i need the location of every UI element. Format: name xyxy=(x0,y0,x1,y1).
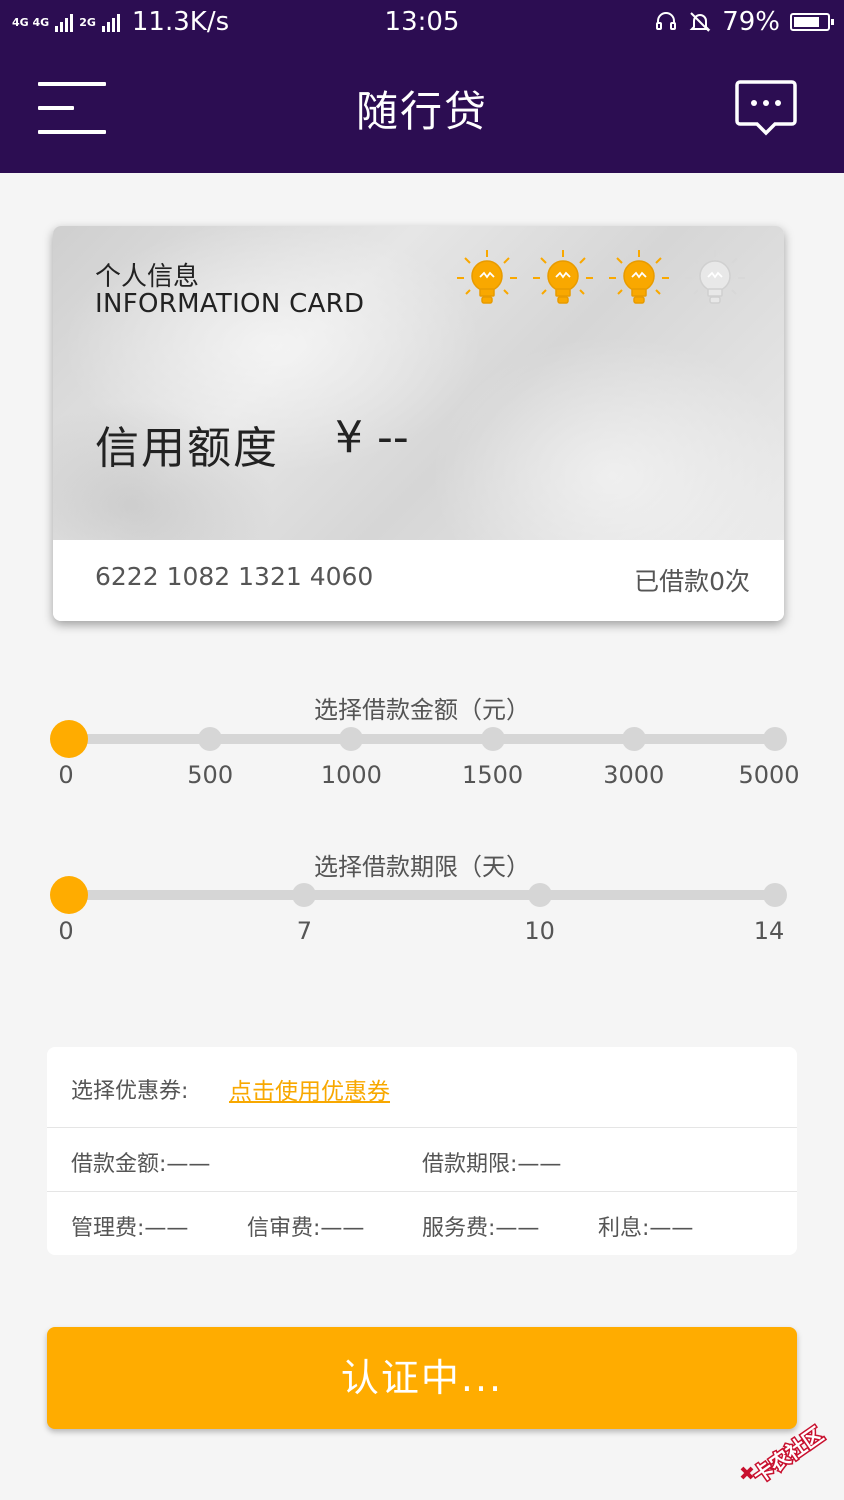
service-fee: 服务费:—— xyxy=(422,1216,540,1241)
page-title: 随行贷 xyxy=(355,87,488,136)
card-title-cn: 个人信息 xyxy=(95,262,200,292)
card-title-en: INFORMATION CARD xyxy=(95,289,365,319)
information-card: 个人信息 INFORMATION CARD 信用额度 ¥ -- 6222 108… xyxy=(53,226,784,621)
status-right: 79% xyxy=(654,7,834,37)
management-fee: 管理费:—— xyxy=(71,1216,189,1241)
amount-slider-tick-label: 3000 xyxy=(603,761,665,789)
term-slider-tick-label: 14 xyxy=(753,917,785,945)
amount-slider-thumb[interactable] xyxy=(50,720,88,758)
headset-icon xyxy=(656,12,677,30)
submit-button[interactable]: 认证中... xyxy=(47,1327,797,1429)
review-fee: 信审费:—— xyxy=(247,1216,365,1241)
bulb-lit-icon xyxy=(455,248,519,316)
card-face: 个人信息 INFORMATION CARD 信用额度 ¥ -- xyxy=(53,226,784,540)
amount-slider-stop[interactable] xyxy=(339,727,364,751)
amount-slider-track[interactable] xyxy=(69,734,775,744)
term-slider-stop[interactable] xyxy=(527,883,552,907)
message-button[interactable] xyxy=(735,78,797,138)
watermark-logo: 卡农社区 xyxy=(740,1421,829,1489)
credit-limit-label: 信用额度 xyxy=(95,423,279,474)
battery-icon xyxy=(790,13,834,31)
amount-slider-tick-label: 5000 xyxy=(738,761,800,789)
interest: 利息:—— xyxy=(598,1216,694,1241)
amount-slider-title: 选择借款金额（元） xyxy=(314,696,530,724)
amount-slider-tick-label: 0 xyxy=(58,761,74,789)
amount-slider-stop[interactable] xyxy=(480,727,505,751)
fees-row: 管理费:—— 信审费:—— 服务费:—— 利息:—— xyxy=(47,1191,797,1255)
amount-slider-stop[interactable] xyxy=(198,727,223,751)
card-number: 6222 1082 1321 4060 xyxy=(95,562,374,591)
amount-slider-tick-label: 1000 xyxy=(320,761,382,789)
credit-limit-value: ¥ -- xyxy=(335,412,409,463)
bell-muted-icon xyxy=(689,12,711,32)
loan-amount-value: 借款金额:—— xyxy=(71,1152,211,1177)
bulb-lit-icon xyxy=(607,248,671,316)
status-bar: 4G 4G 2G 11.3K/s 13:05 79% xyxy=(0,0,844,46)
coupon-label: 选择优惠券: xyxy=(71,1079,189,1104)
borrow-count: 已借款0次 xyxy=(634,567,750,596)
app-header: 随行贷 xyxy=(0,46,844,173)
term-slider-title: 选择借款期限（天） xyxy=(314,853,530,881)
term-slider-tick-label: 7 xyxy=(296,917,312,945)
loan-info-panel: 选择优惠券: 点击使用优惠券 借款金额:—— 借款期限:—— 管理费:—— 信审… xyxy=(47,1047,797,1255)
amount-slider-tick-label: 1500 xyxy=(462,761,524,789)
svg-text:卡农社区: 卡农社区 xyxy=(748,1422,827,1488)
credit-rating-bulbs xyxy=(455,248,747,316)
use-coupon-link[interactable]: 点击使用优惠券 xyxy=(229,1072,390,1106)
loan-summary-row: 借款金额:—— 借款期限:—— xyxy=(47,1127,797,1192)
bulb-lit-icon xyxy=(531,248,595,316)
amount-slider-tick-label: 500 xyxy=(187,761,234,789)
term-slider-stop[interactable] xyxy=(763,883,787,907)
term-slider-track[interactable] xyxy=(69,890,775,900)
term-slider-tick-label: 0 xyxy=(58,917,74,945)
loan-term-value: 借款期限:—— xyxy=(422,1152,562,1177)
battery-percent: 79% xyxy=(722,7,780,37)
bulb-unlit-icon xyxy=(683,248,747,316)
chat-bubble-icon xyxy=(735,80,797,136)
term-slider-tick-label: 10 xyxy=(524,917,555,945)
term-slider-thumb[interactable] xyxy=(50,876,88,914)
amount-slider-stop[interactable] xyxy=(621,727,646,751)
amount-slider-stop[interactable] xyxy=(763,727,787,751)
card-footer: 6222 1082 1321 4060 已借款0次 xyxy=(53,540,784,621)
coupon-row: 选择优惠券: 点击使用优惠券 xyxy=(47,1047,797,1128)
term-slider-stop[interactable] xyxy=(292,883,317,907)
